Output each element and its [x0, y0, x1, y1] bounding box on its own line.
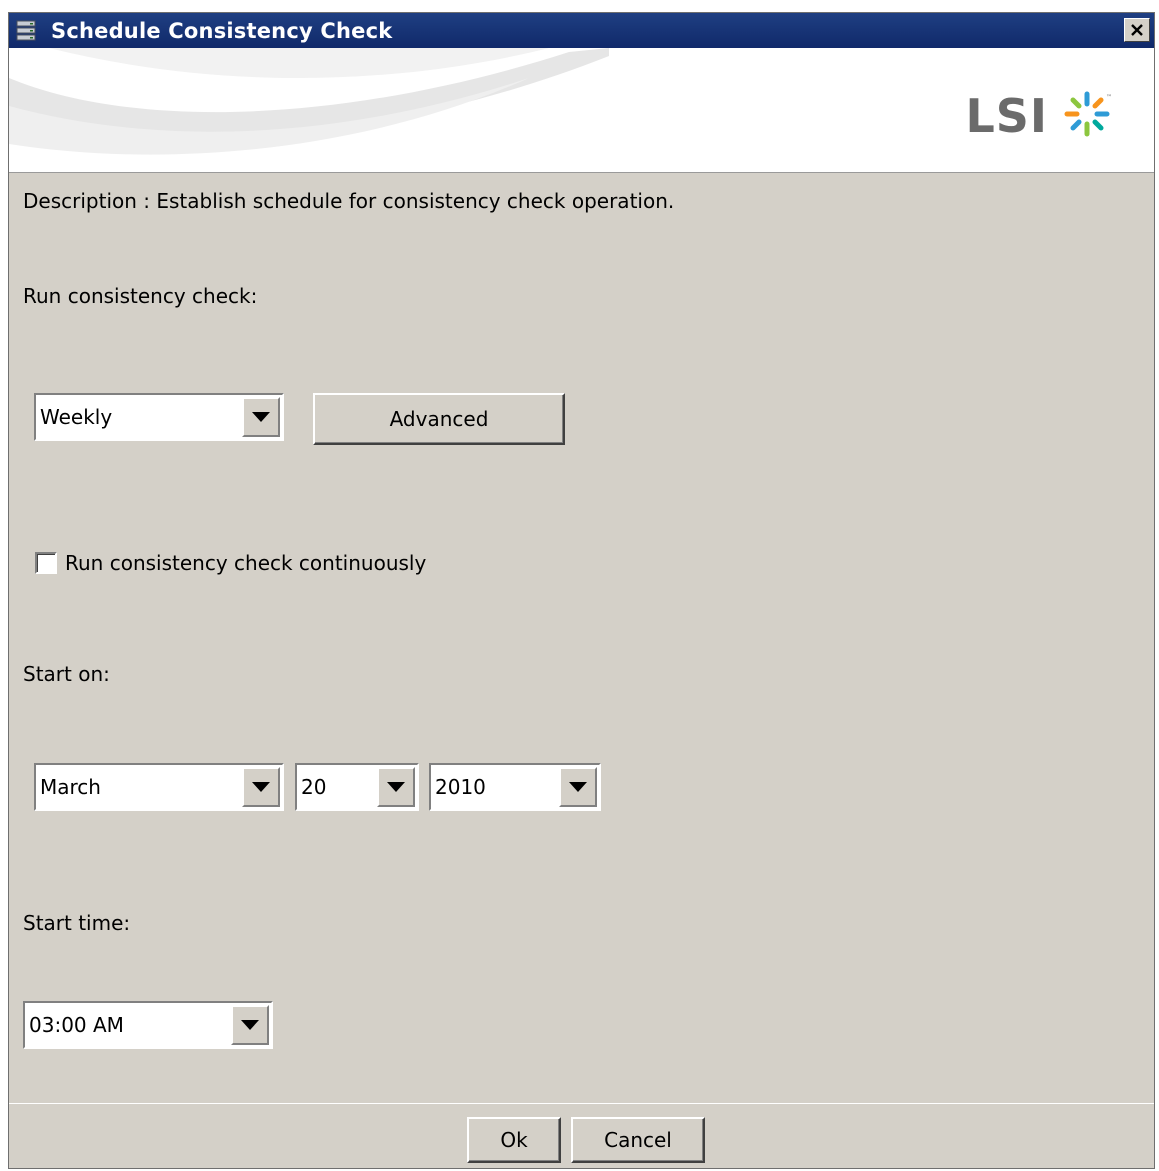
- description-text: Description : Establish schedule for con…: [23, 189, 675, 213]
- cancel-button[interactable]: Cancel: [571, 1117, 705, 1163]
- run-consistency-check-label: Run consistency check:: [23, 284, 258, 308]
- close-button[interactable]: [1124, 18, 1150, 42]
- month-dropdown-button[interactable]: [242, 767, 280, 807]
- year-select[interactable]: 2010: [429, 763, 601, 811]
- window-title: Schedule Consistency Check: [51, 19, 393, 43]
- start-on-label: Start on:: [23, 662, 110, 686]
- day-select[interactable]: 20: [295, 763, 419, 811]
- month-value: March: [40, 775, 101, 799]
- lsi-logo: LSI ™: [965, 86, 1112, 146]
- start-time-dropdown-button[interactable]: [231, 1005, 269, 1045]
- lsi-starburst-icon: ™: [1064, 91, 1112, 137]
- schedule-consistency-check-dialog: Schedule Consistency Check LSI ™ Descrip…: [8, 12, 1155, 1169]
- frequency-select[interactable]: Weekly: [34, 393, 284, 441]
- chevron-down-icon: [252, 782, 270, 792]
- svg-text:™: ™: [1106, 94, 1112, 101]
- start-time-value: 03:00 AM: [29, 1013, 124, 1037]
- chevron-down-icon: [252, 412, 270, 422]
- advanced-button[interactable]: Advanced: [313, 393, 565, 445]
- chevron-down-icon: [241, 1020, 259, 1030]
- button-bar: Ok Cancel: [9, 1103, 1154, 1168]
- content-area: Description : Establish schedule for con…: [9, 173, 1154, 1103]
- app-server-icon: [16, 20, 36, 41]
- day-value: 20: [301, 775, 327, 799]
- chevron-down-icon: [387, 782, 405, 792]
- frequency-dropdown-button[interactable]: [242, 397, 280, 437]
- close-icon: [1131, 24, 1143, 36]
- month-select[interactable]: March: [34, 763, 284, 811]
- start-time-label: Start time:: [23, 911, 131, 935]
- start-time-select[interactable]: 03:00 AM: [23, 1001, 273, 1049]
- day-dropdown-button[interactable]: [377, 767, 415, 807]
- continuous-checkbox[interactable]: [35, 552, 57, 574]
- logo-text: LSI: [965, 89, 1048, 143]
- year-dropdown-button[interactable]: [559, 767, 597, 807]
- banner-swoosh-decoration: [9, 48, 609, 155]
- header-banner: LSI ™: [9, 48, 1154, 173]
- chevron-down-icon: [569, 782, 587, 792]
- year-value: 2010: [435, 775, 486, 799]
- continuous-checkbox-label[interactable]: Run consistency check continuously: [65, 550, 426, 576]
- title-bar[interactable]: Schedule Consistency Check: [9, 13, 1154, 48]
- frequency-value: Weekly: [40, 405, 113, 429]
- ok-button[interactable]: Ok: [467, 1117, 561, 1163]
